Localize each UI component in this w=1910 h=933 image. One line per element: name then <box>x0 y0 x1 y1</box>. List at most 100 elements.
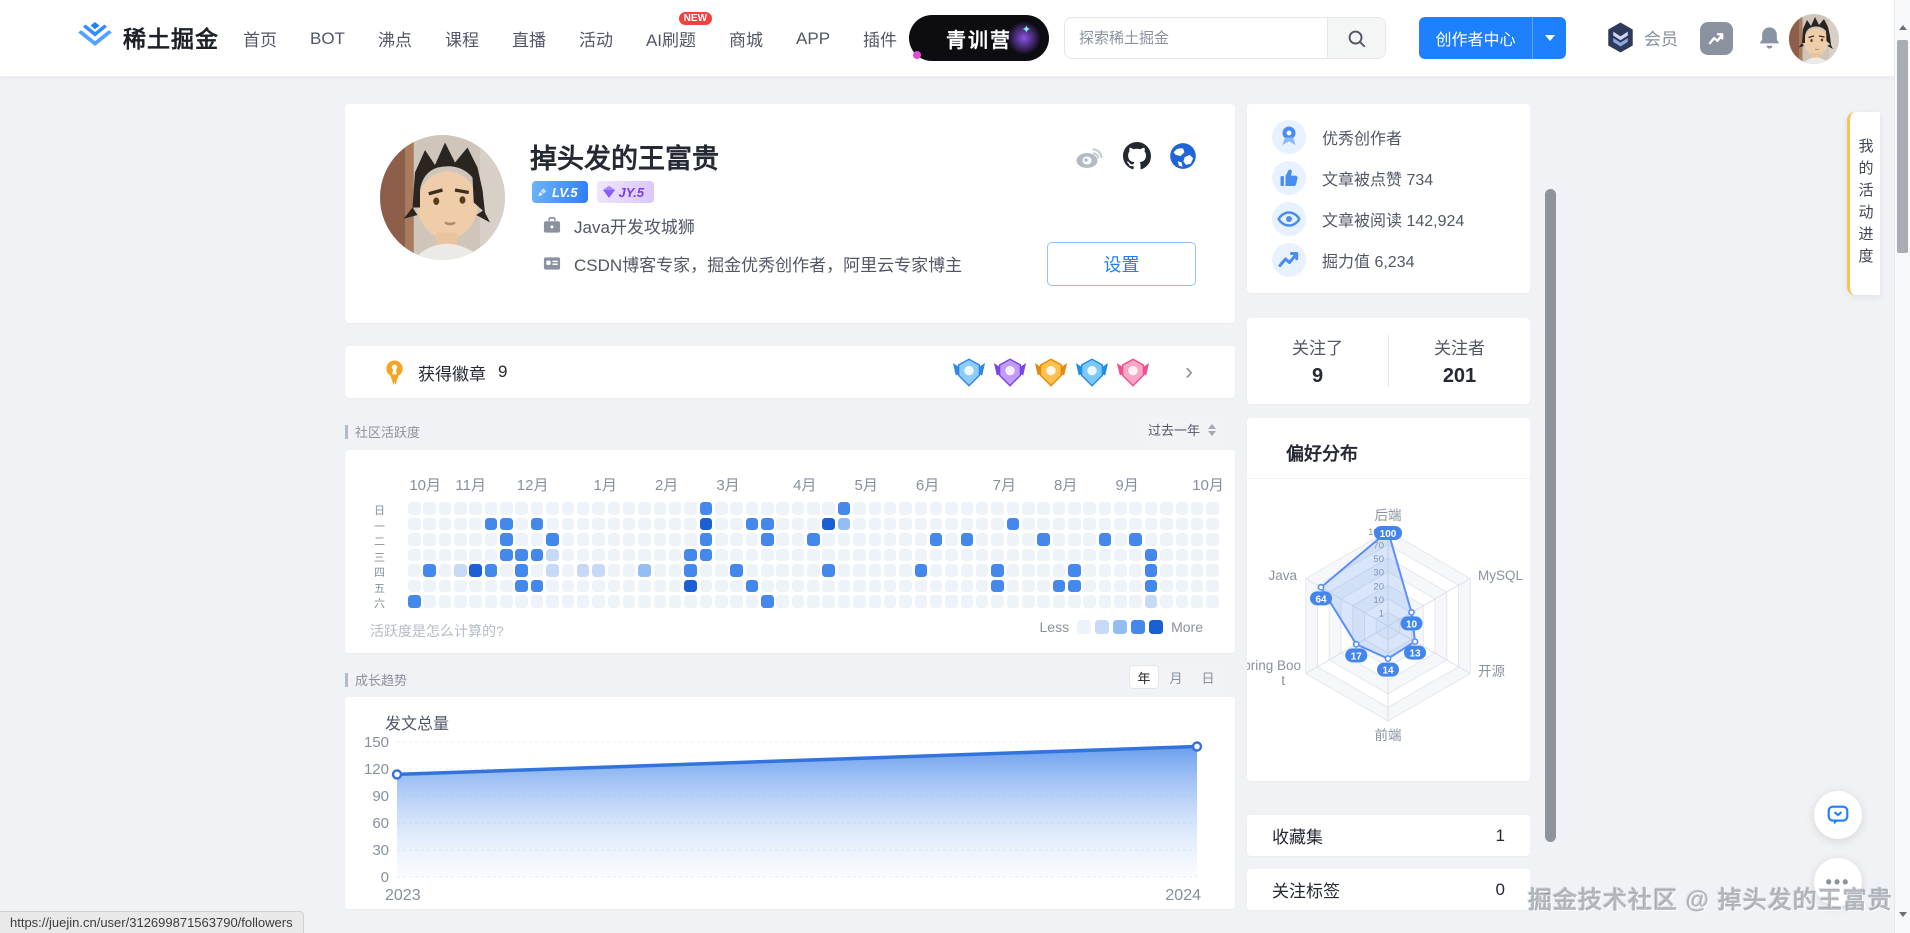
heatmap-cell[interactable] <box>577 595 590 608</box>
heatmap-cell[interactable] <box>654 549 667 562</box>
heatmap-cell[interactable] <box>807 502 820 515</box>
heatmap-cell[interactable] <box>884 580 897 593</box>
heatmap-cell[interactable] <box>1160 564 1173 577</box>
heatmap-cell[interactable] <box>945 502 958 515</box>
heatmap-cell[interactable] <box>700 564 713 577</box>
heatmap-cell[interactable] <box>1129 533 1142 546</box>
heatmap-cell[interactable] <box>1206 564 1219 577</box>
heatmap-cell[interactable] <box>1083 549 1096 562</box>
nav-item-APP[interactable]: APP <box>796 29 830 49</box>
heatmap-cell[interactable] <box>700 549 713 562</box>
heatmap-cell[interactable] <box>531 533 544 546</box>
heatmap-cell[interactable] <box>1206 595 1219 608</box>
heatmap-cell[interactable] <box>807 564 820 577</box>
heatmap-cell[interactable] <box>1129 580 1142 593</box>
heatmap-cell[interactable] <box>792 549 805 562</box>
heatmap-cell[interactable] <box>853 533 866 546</box>
heatmap-cell[interactable] <box>408 595 421 608</box>
heatmap-cell[interactable] <box>1053 549 1066 562</box>
heatmap-cell[interactable] <box>1114 502 1127 515</box>
nav-item-沸点[interactable]: 沸点 <box>378 26 412 51</box>
heatmap-cell[interactable] <box>899 564 912 577</box>
heatmap-cell[interactable] <box>546 595 559 608</box>
heatmap-cell[interactable] <box>669 580 682 593</box>
heatmap-cell[interactable] <box>1022 549 1035 562</box>
heatmap-cell[interactable] <box>1145 580 1158 593</box>
heatmap-cell[interactable] <box>976 580 989 593</box>
heatmap-cell[interactable] <box>869 518 882 531</box>
heatmap-cell[interactable] <box>869 595 882 608</box>
nav-item-AI刷题[interactable]: AI刷题NEW <box>646 26 696 51</box>
heatmap-cell[interactable] <box>853 549 866 562</box>
heatmap-cell[interactable] <box>562 549 575 562</box>
heatmap-cell[interactable] <box>684 533 697 546</box>
heatmap-cell[interactable] <box>1145 549 1158 562</box>
window-scrollbar[interactable] <box>1894 0 1910 933</box>
heatmap-cell[interactable] <box>1160 595 1173 608</box>
heatmap-cell[interactable] <box>1068 564 1081 577</box>
search-input[interactable] <box>1065 18 1327 58</box>
weibo-icon[interactable] <box>1075 143 1105 169</box>
heatmap-cell[interactable] <box>1053 595 1066 608</box>
heatmap-cell[interactable] <box>592 502 605 515</box>
heatmap-cell[interactable] <box>976 518 989 531</box>
heatmap-cell[interactable] <box>485 549 498 562</box>
heatmap-cell[interactable] <box>469 595 482 608</box>
heatmap-cell[interactable] <box>1007 502 1020 515</box>
heatmap-cell[interactable] <box>884 533 897 546</box>
nav-item-商城[interactable]: 商城 <box>729 26 763 51</box>
heatmap-cell[interactable] <box>792 518 805 531</box>
heatmap-cell[interactable] <box>1068 502 1081 515</box>
heatmap-cell[interactable] <box>1068 595 1081 608</box>
heatmap-cell[interactable] <box>1145 533 1158 546</box>
heatmap-cell[interactable] <box>1129 595 1142 608</box>
window-scrollbar-thumb[interactable] <box>1897 40 1908 253</box>
heatmap-cell[interactable] <box>577 502 590 515</box>
heatmap-cell[interactable] <box>776 518 789 531</box>
heatmap-cell[interactable] <box>730 518 743 531</box>
heatmap-cell[interactable] <box>776 595 789 608</box>
heatmap-cell[interactable] <box>485 564 498 577</box>
scrollbar-down-arrow[interactable] <box>1899 917 1907 933</box>
heatmap-cell[interactable] <box>991 533 1004 546</box>
heatmap-cell[interactable] <box>669 549 682 562</box>
achievement-badge-icon[interactable] <box>952 357 986 388</box>
heatmap-cell[interactable] <box>684 502 697 515</box>
heatmap-cell[interactable] <box>899 549 912 562</box>
heatmap-cell[interactable] <box>546 502 559 515</box>
heatmap-cell[interactable] <box>439 518 452 531</box>
heatmap-cell[interactable] <box>515 595 528 608</box>
heatmap-cell[interactable] <box>1037 564 1050 577</box>
heatmap-cell[interactable] <box>684 518 697 531</box>
heatmap-cell[interactable] <box>531 595 544 608</box>
heatmap-cell[interactable] <box>623 518 636 531</box>
heatmap-cell[interactable] <box>562 564 575 577</box>
activity-how-link[interactable]: 活跃度是怎么计算的? <box>370 621 504 641</box>
heatmap-cell[interactable] <box>562 580 575 593</box>
heatmap-cell[interactable] <box>961 564 974 577</box>
heatmap-cell[interactable] <box>608 549 621 562</box>
heatmap-cell[interactable] <box>531 518 544 531</box>
heatmap-cell[interactable] <box>608 580 621 593</box>
heatmap-cell[interactable] <box>746 564 759 577</box>
heatmap-cell[interactable] <box>592 580 605 593</box>
heatmap-cell[interactable] <box>1160 518 1173 531</box>
heatmap-cell[interactable] <box>439 549 452 562</box>
heatmap-cell[interactable] <box>838 580 851 593</box>
heatmap-cell[interactable] <box>577 580 590 593</box>
heatmap-cell[interactable] <box>715 564 728 577</box>
heatmap-cell[interactable] <box>746 549 759 562</box>
badges-card[interactable]: 获得徽章 9 › <box>345 346 1235 398</box>
heatmap-cell[interactable] <box>792 564 805 577</box>
heatmap-cell[interactable] <box>884 502 897 515</box>
heatmap-cell[interactable] <box>976 533 989 546</box>
heatmap-cell[interactable] <box>531 564 544 577</box>
heatmap-cell[interactable] <box>1129 518 1142 531</box>
member-entry[interactable]: 会员 <box>1604 21 1678 54</box>
heatmap-cell[interactable] <box>1114 595 1127 608</box>
heatmap-cell[interactable] <box>531 549 544 562</box>
heatmap-cell[interactable] <box>1053 502 1066 515</box>
heatmap-cell[interactable] <box>485 502 498 515</box>
heatmap-cell[interactable] <box>1206 549 1219 562</box>
heatmap-cell[interactable] <box>531 580 544 593</box>
